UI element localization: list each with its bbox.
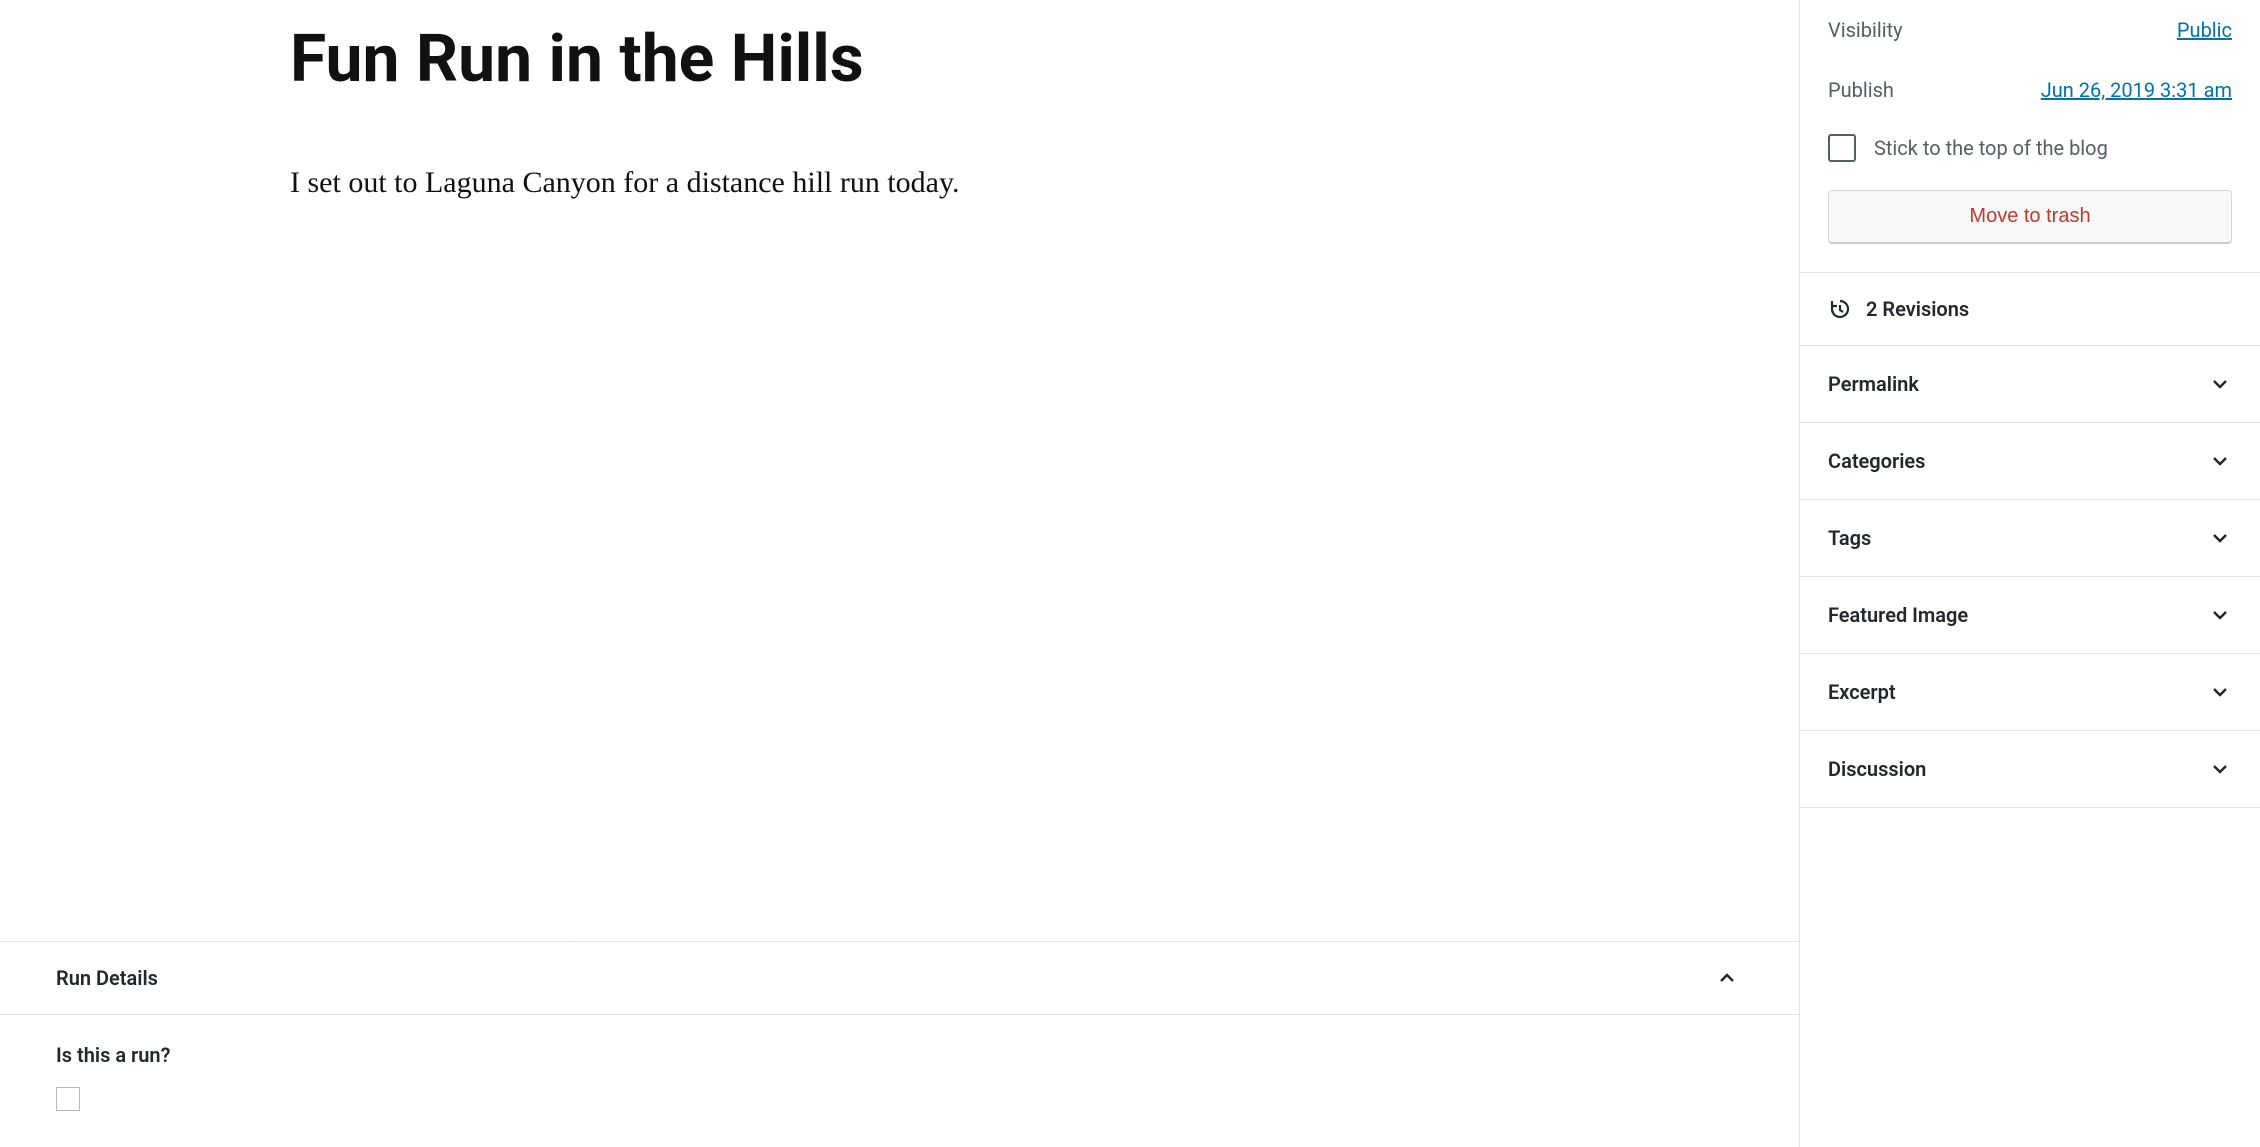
visibility-value-link[interactable]: Public <box>2177 18 2232 42</box>
panel-excerpt[interactable]: Excerpt <box>1800 654 2260 730</box>
chevron-down-icon <box>2208 449 2232 473</box>
post-body-paragraph[interactable]: I set out to Laguna Canyon for a distanc… <box>290 159 1679 207</box>
metabox-question-label: Is this a run? <box>56 1043 1743 1067</box>
publish-row[interactable]: Publish Jun 26, 2019 3:31 am <box>1800 60 2260 120</box>
editor-main: Fun Run in the Hills I set out to Laguna… <box>0 0 1800 1147</box>
metabox-header[interactable]: Run Details <box>0 942 1799 1015</box>
chevron-down-icon <box>2208 757 2232 781</box>
panel-categories[interactable]: Categories <box>1800 423 2260 499</box>
chevron-down-icon <box>2208 680 2232 704</box>
panel-label: Excerpt <box>1828 680 1896 704</box>
metabox-title: Run Details <box>56 966 158 990</box>
metabox-body: Is this a run? <box>0 1015 1799 1147</box>
panel-label: Tags <box>1828 526 1871 550</box>
history-icon <box>1828 297 1852 321</box>
chevron-down-icon <box>2208 372 2232 396</box>
panel-tags[interactable]: Tags <box>1800 500 2260 576</box>
metabox-run-details: Run Details Is this a run? <box>0 941 1799 1147</box>
sticky-row[interactable]: Stick to the top of the blog <box>1800 120 2260 190</box>
panel-permalink[interactable]: Permalink <box>1800 346 2260 422</box>
panel-label: Featured Image <box>1828 603 1968 627</box>
chevron-down-icon <box>2208 603 2232 627</box>
chevron-down-icon <box>2208 526 2232 550</box>
settings-sidebar: Visibility Public Publish Jun 26, 2019 3… <box>1800 0 2260 1147</box>
revisions-row[interactable]: 2 Revisions <box>1800 273 2260 345</box>
sticky-label: Stick to the top of the blog <box>1874 136 2108 160</box>
post-title[interactable]: Fun Run in the Hills <box>290 20 1679 99</box>
publish-label: Publish <box>1828 78 1894 102</box>
revisions-label: 2 Revisions <box>1866 297 1969 321</box>
visibility-row[interactable]: Visibility Public <box>1800 0 2260 60</box>
is-run-checkbox[interactable] <box>56 1087 80 1111</box>
panel-discussion[interactable]: Discussion <box>1800 731 2260 807</box>
editor-content-area[interactable]: Fun Run in the Hills I set out to Laguna… <box>0 0 1799 207</box>
publish-value-link[interactable]: Jun 26, 2019 3:31 am <box>2041 78 2232 102</box>
visibility-label: Visibility <box>1828 18 1903 42</box>
chevron-up-icon <box>1715 966 1739 990</box>
panel-label: Categories <box>1828 449 1925 473</box>
sticky-checkbox[interactable] <box>1828 134 1856 162</box>
move-to-trash-button[interactable]: Move to trash <box>1828 190 2232 244</box>
panel-label: Permalink <box>1828 372 1919 396</box>
panel-label: Discussion <box>1828 757 1926 781</box>
panel-featured-image[interactable]: Featured Image <box>1800 577 2260 653</box>
